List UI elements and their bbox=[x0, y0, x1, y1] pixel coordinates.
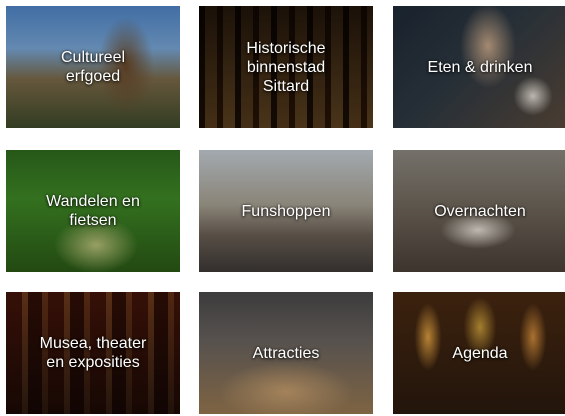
tile-overnachten[interactable]: Overnachten bbox=[393, 150, 565, 272]
tile-label: Musea, theater en exposities bbox=[39, 335, 147, 371]
tile-attracties[interactable]: Attracties bbox=[199, 292, 373, 414]
category-grid: Cultureel erfgoed Historische binnenstad… bbox=[0, 0, 565, 416]
tile-label: Agenda bbox=[452, 344, 508, 362]
tile-label: Wandelen en fietsen bbox=[46, 193, 140, 229]
tile-funshoppen[interactable]: Funshoppen bbox=[199, 150, 373, 272]
tile-label: Overnachten bbox=[434, 202, 526, 220]
tile-eten-drinken[interactable]: Eten & drinken bbox=[393, 6, 565, 128]
tile-historische-binnenstad[interactable]: Historische binnenstad Sittard bbox=[199, 6, 373, 128]
tile-label: Eten & drinken bbox=[427, 58, 533, 76]
tile-label: Historische binnenstad Sittard bbox=[246, 39, 326, 95]
tile-agenda[interactable]: Agenda bbox=[393, 292, 565, 414]
tile-label: Cultureel erfgoed bbox=[60, 49, 126, 85]
tile-cultureel-erfgoed[interactable]: Cultureel erfgoed bbox=[6, 6, 180, 128]
tile-musea-theater-exposities[interactable]: Musea, theater en exposities bbox=[6, 292, 180, 414]
tile-wandelen-fietsen[interactable]: Wandelen en fietsen bbox=[6, 150, 180, 272]
tile-label: Funshoppen bbox=[241, 202, 331, 220]
tile-label: Attracties bbox=[252, 344, 320, 362]
